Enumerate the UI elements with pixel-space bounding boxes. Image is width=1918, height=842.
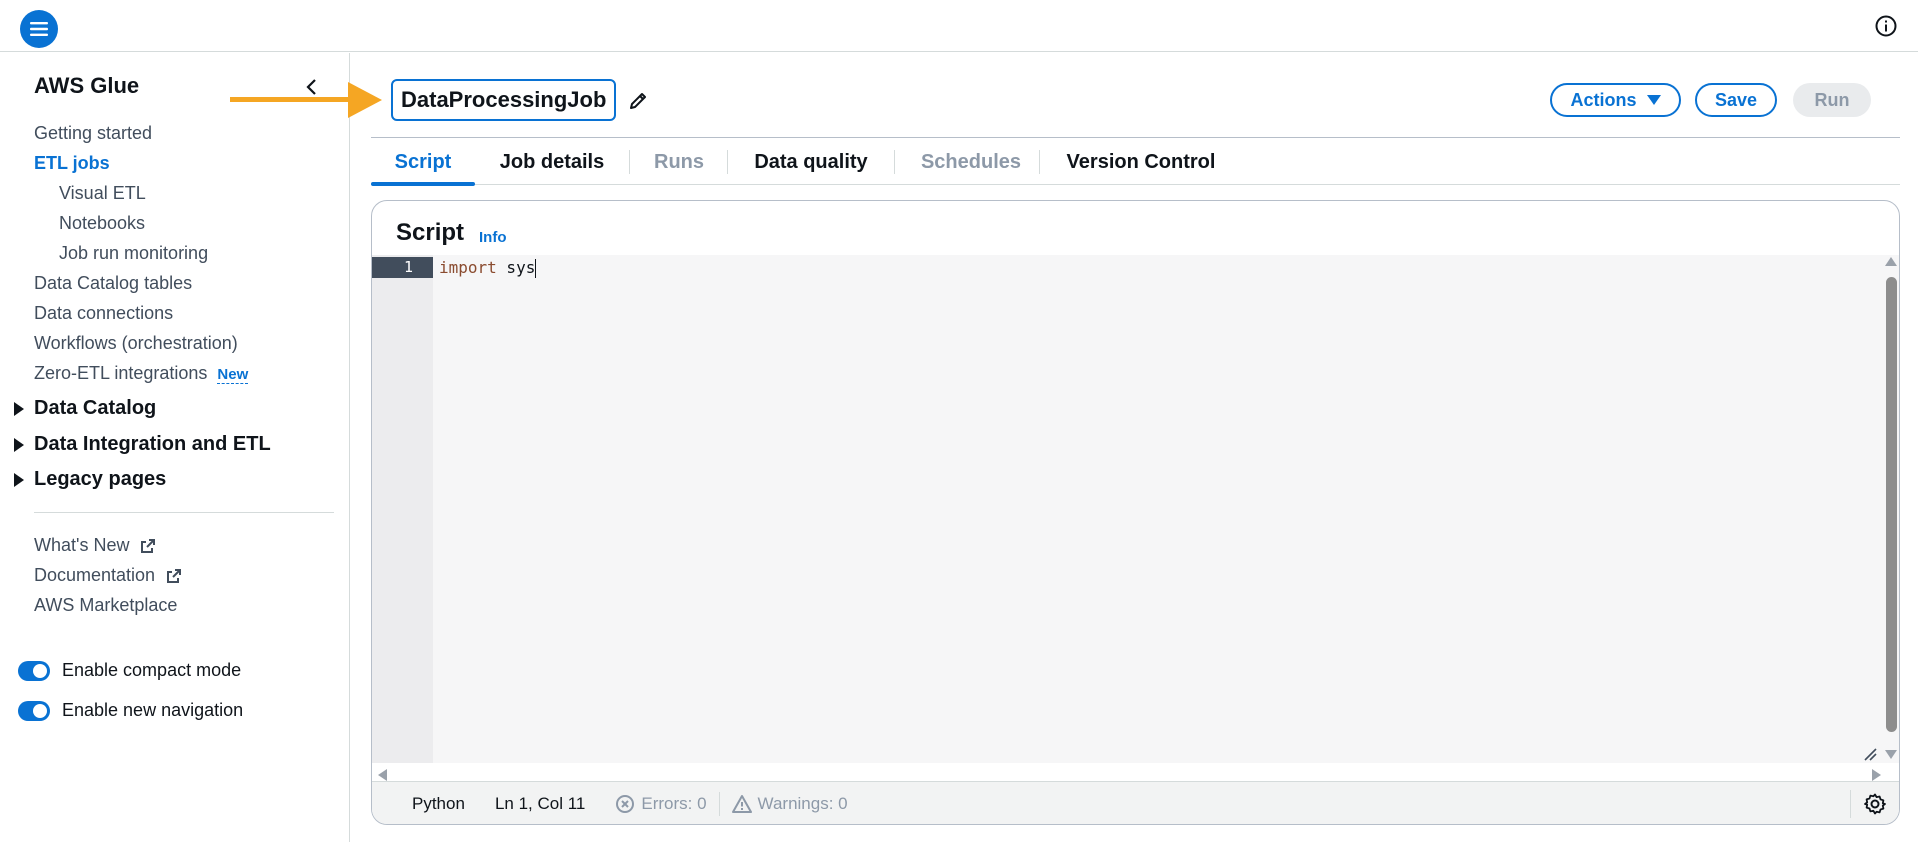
compact-mode-toggle-row: Enable compact mode bbox=[18, 660, 241, 681]
sidebar-item-getting-started[interactable]: Getting started bbox=[34, 123, 152, 144]
toggle-label: Enable compact mode bbox=[62, 660, 242, 680]
sidebar-item-aws-marketplace[interactable]: AWS Marketplace bbox=[34, 595, 177, 616]
warnings-label: Warnings: 0 bbox=[757, 793, 848, 813]
new-navigation-toggle[interactable] bbox=[18, 700, 50, 721]
sidebar-title: AWS Glue bbox=[34, 73, 140, 98]
error-icon bbox=[616, 794, 635, 813]
sidebar-item-workflows[interactable]: Workflows (orchestration) bbox=[34, 333, 238, 354]
editor-status-bar: Python Ln 1, Col 11 Errors: 0 Warnings: … bbox=[372, 781, 1899, 824]
annotation-arrow bbox=[230, 82, 382, 118]
code-line[interactable]: import sys bbox=[439, 257, 537, 278]
pencil-icon[interactable] bbox=[627, 90, 649, 112]
sidebar-item-documentation[interactable]: Documentation bbox=[34, 565, 182, 586]
sidebar-item-label: Zero-ETL integrations bbox=[34, 363, 208, 383]
actions-label: Actions bbox=[1570, 89, 1637, 110]
line-gutter: 1 bbox=[372, 255, 433, 763]
tab-separator bbox=[727, 150, 728, 174]
code-editor[interactable]: 1 import sys bbox=[372, 255, 1899, 781]
job-name-field[interactable]: DataProcessingJob bbox=[391, 79, 617, 121]
scroll-up-icon[interactable] bbox=[1885, 257, 1897, 266]
section-legacy-pages[interactable]: Legacy pages bbox=[14, 468, 166, 491]
sidebar-item-whats-new[interactable]: What's New bbox=[34, 535, 156, 556]
line-number: 1 bbox=[372, 257, 433, 278]
section-label: Data Integration and ETL bbox=[34, 433, 271, 455]
tab-runs: Runs bbox=[654, 150, 704, 173]
sidebar: AWS Glue Getting started ETL jobs Visual… bbox=[0, 53, 350, 842]
resize-handle-icon[interactable] bbox=[1863, 747, 1877, 761]
tab-version-control[interactable]: Version Control bbox=[1049, 140, 1233, 184]
info-link[interactable]: Info bbox=[479, 229, 507, 246]
scroll-right-icon[interactable] bbox=[1872, 769, 1881, 781]
tab-schedules: Schedules bbox=[920, 150, 1022, 173]
scroll-down-icon[interactable] bbox=[1885, 750, 1897, 759]
save-button[interactable]: Save bbox=[1695, 83, 1777, 117]
gear-icon[interactable] bbox=[1863, 792, 1887, 816]
status-separator bbox=[1850, 790, 1851, 818]
tab-job-details[interactable]: Job details bbox=[486, 140, 618, 184]
actions-button[interactable]: Actions bbox=[1550, 83, 1681, 117]
sidebar-item-visual-etl[interactable]: Visual ETL bbox=[59, 183, 146, 204]
external-link-icon bbox=[167, 569, 182, 584]
vertical-scrollbar[interactable] bbox=[1886, 277, 1897, 732]
tab-separator bbox=[629, 150, 630, 174]
sidebar-item-label: What's New bbox=[34, 535, 130, 555]
sidebar-item-data-catalog-tables[interactable]: Data Catalog tables bbox=[34, 273, 192, 294]
errors-label: Errors: 0 bbox=[641, 793, 707, 813]
sidebar-item-zero-etl[interactable]: Zero-ETL integrations New bbox=[34, 363, 249, 384]
scroll-left-icon[interactable] bbox=[378, 769, 387, 781]
tab-separator bbox=[894, 150, 895, 174]
sidebar-item-label: Documentation bbox=[34, 565, 156, 585]
section-label: Data Catalog bbox=[34, 397, 157, 419]
toggle-label: Enable new navigation bbox=[62, 700, 244, 720]
caret-down-icon bbox=[1646, 95, 1661, 105]
status-separator bbox=[718, 791, 720, 816]
caret-right-icon bbox=[14, 472, 24, 487]
tab-bar: Script Job details Runs Data quality Sch… bbox=[371, 140, 1900, 186]
compact-mode-toggle[interactable] bbox=[18, 660, 50, 681]
language-indicator[interactable]: Python bbox=[412, 794, 465, 814]
text-cursor bbox=[535, 259, 537, 278]
tab-data-quality[interactable]: Data quality bbox=[737, 140, 885, 184]
cursor-position: Ln 1, Col 11 bbox=[494, 793, 586, 813]
panel-title: Script bbox=[396, 219, 465, 246]
code-text: sys bbox=[496, 258, 536, 277]
errors-indicator[interactable]: Errors: 0 bbox=[615, 793, 707, 814]
top-bar bbox=[0, 0, 1918, 52]
new-badge[interactable]: New bbox=[217, 366, 249, 384]
sidebar-item-etl-jobs[interactable]: ETL jobs bbox=[34, 153, 110, 174]
script-panel: Script Info 1 import sys Python Ln 1, Co… bbox=[371, 200, 1900, 825]
code-keyword: import bbox=[439, 258, 497, 277]
info-icon[interactable] bbox=[1874, 14, 1898, 38]
header-divider bbox=[371, 137, 1900, 138]
run-button[interactable]: Run bbox=[1793, 83, 1871, 117]
sidebar-item-job-run-monitoring[interactable]: Job run monitoring bbox=[59, 243, 208, 264]
section-data-integration[interactable]: Data Integration and ETL bbox=[14, 433, 271, 456]
warning-icon bbox=[731, 794, 752, 813]
hamburger-menu-icon[interactable] bbox=[20, 10, 58, 48]
caret-right-icon bbox=[14, 401, 24, 416]
warnings-indicator[interactable]: Warnings: 0 bbox=[731, 793, 848, 814]
caret-right-icon bbox=[14, 437, 24, 452]
tab-script[interactable]: Script bbox=[371, 140, 475, 186]
section-label: Legacy pages bbox=[34, 468, 167, 490]
sidebar-divider bbox=[34, 512, 334, 513]
sidebar-item-notebooks[interactable]: Notebooks bbox=[59, 213, 145, 234]
new-navigation-toggle-row: Enable new navigation bbox=[18, 700, 243, 721]
tab-separator bbox=[1039, 150, 1040, 174]
sidebar-item-data-connections[interactable]: Data connections bbox=[34, 303, 173, 324]
external-link-icon bbox=[141, 539, 156, 554]
section-data-catalog[interactable]: Data Catalog bbox=[14, 397, 156, 420]
